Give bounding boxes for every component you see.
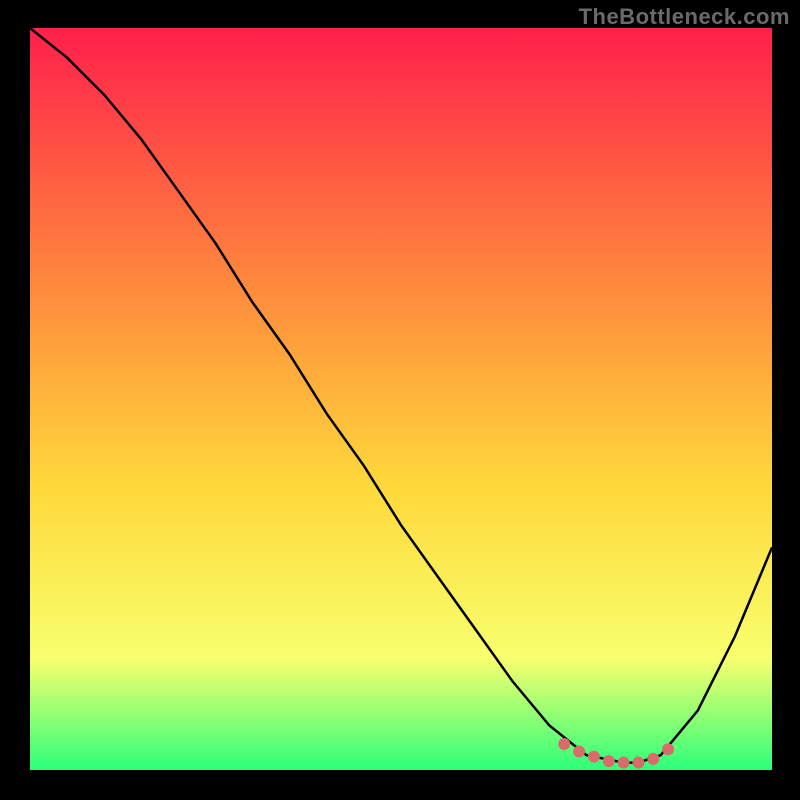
bottleneck-chart	[30, 28, 772, 770]
valley-marker	[618, 757, 630, 769]
valley-marker	[662, 743, 674, 755]
watermark-text: TheBottleneck.com	[579, 4, 790, 30]
plot-area	[30, 28, 772, 770]
valley-marker	[632, 757, 644, 769]
valley-marker	[647, 753, 659, 765]
valley-marker	[558, 738, 570, 750]
valley-marker	[603, 755, 615, 767]
valley-marker	[588, 751, 600, 763]
valley-marker	[573, 746, 585, 758]
chart-frame: TheBottleneck.com	[0, 0, 800, 800]
